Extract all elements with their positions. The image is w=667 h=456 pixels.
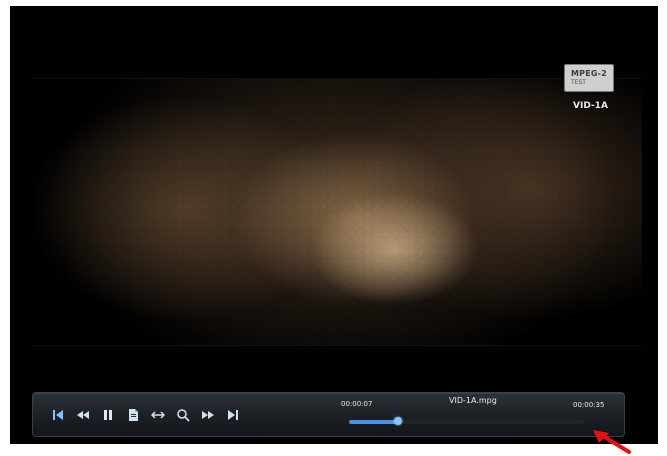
skip-end-icon [228,410,238,420]
rewind-button[interactable] [76,408,90,422]
seek-handle[interactable] [394,417,403,425]
annotation-arrow-icon [593,430,631,454]
zoom-button[interactable] [176,408,190,422]
pause-icon [104,410,112,420]
skip-start-icon [53,410,63,420]
fast-forward-icon [202,411,214,419]
logo-line-1: MPEG-2 [571,69,607,78]
seek-bar-fill [349,420,399,424]
document-icon [129,409,138,421]
transport-controls [51,408,240,422]
file-name: VID-1A.mpg [449,396,497,405]
seek-bar[interactable] [349,417,584,425]
loop-button[interactable] [151,408,165,422]
total-time: 00:00:35 [573,401,605,409]
video-canvas [34,78,642,346]
fast-forward-button[interactable] [201,408,215,422]
skip-end-button[interactable] [226,408,240,422]
skip-start-button[interactable] [51,408,65,422]
video-texture [34,79,642,345]
current-time: 00:00:07 [341,400,373,408]
search-icon [177,409,190,422]
control-bar: 00:00:07 VID-1A.mpg 00:00:35 [32,392,625,437]
pause-button[interactable] [101,408,115,422]
brand-logo: MPEG-2 TEST [564,64,614,92]
channel-label: VID-1A [573,101,608,111]
video-frame: MPEG-2 TEST VID-1A [10,6,658,444]
rewind-icon [77,411,89,419]
logo-line-2: TEST [571,79,586,86]
file-button[interactable] [126,408,140,422]
loop-icon [151,411,165,419]
